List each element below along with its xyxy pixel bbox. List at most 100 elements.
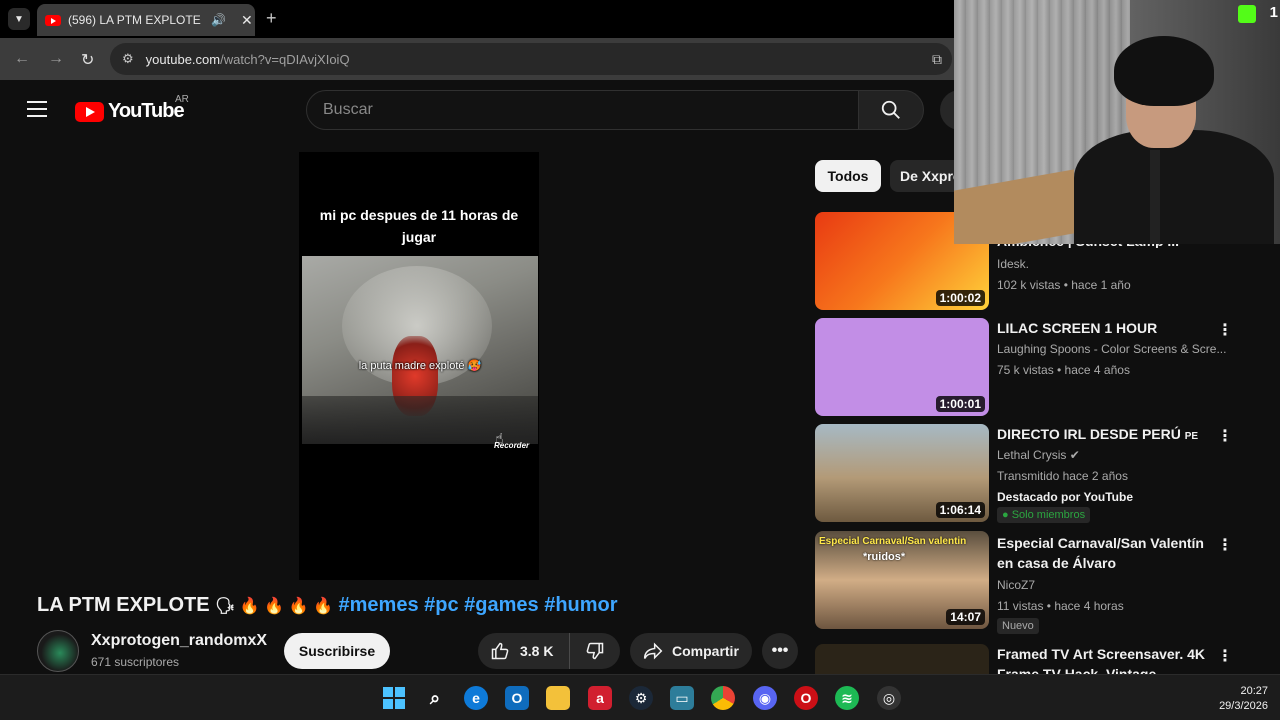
search-button[interactable]: [858, 90, 924, 130]
opera-gx-icon[interactable]: O: [794, 686, 818, 710]
search-input[interactable]: Buscar: [306, 90, 859, 130]
share-button[interactable]: Compartir: [630, 633, 752, 669]
kick-icon: [1238, 5, 1256, 23]
related-thumbnail-4[interactable]: [815, 644, 989, 674]
related-thumbnail-3[interactable]: Especial Carnaval/San valentin *ruidos* …: [815, 531, 989, 629]
spotify-icon[interactable]: ≋: [835, 686, 859, 710]
windows-taskbar: ⌕ e O a ⚙ ▭ ◉ O ≋ ◎ 20:27 29/3/2026: [0, 674, 1280, 720]
system-clock[interactable]: 20:27 29/3/2026: [1219, 684, 1268, 714]
mouse-cursor-icon: ☝: [495, 430, 504, 446]
members-icon: ●: [1002, 509, 1009, 521]
reload-icon[interactable]: ↻: [81, 50, 94, 70]
url-path: /watch?v=qDIAvjXIoiQ: [220, 51, 350, 67]
outlook-icon[interactable]: O: [505, 686, 529, 710]
related-title-1[interactable]: LILAC SCREEN 1 HOUR: [997, 318, 1207, 338]
new-badge: Nuevo: [997, 618, 1039, 634]
related-channel-1[interactable]: Laughing Spoons - Color Screens & Scre..…: [997, 342, 1227, 356]
related-title-2-text: DIRECTO IRL DESDE PERÚ: [997, 426, 1181, 442]
share-icon: [643, 642, 663, 660]
file-explorer-icon[interactable]: [546, 686, 570, 710]
more-actions-button[interactable]: •••: [762, 633, 798, 669]
back-arrow-icon[interactable]: ←: [14, 50, 30, 68]
video-player[interactable]: mi pc despues de 11 horas de jugar la pu…: [299, 152, 539, 580]
kebab-menu-icon[interactable]: ⋮: [1217, 646, 1233, 666]
microphone-stand: [1150, 150, 1160, 244]
url-host: youtube.com: [145, 51, 221, 67]
youtube-logo[interactable]: YouTube: [75, 100, 185, 123]
youtube-header: YouTube AR Buscar: [0, 80, 980, 142]
webcam-person-hair: [1114, 36, 1214, 106]
channel-name[interactable]: Xxprotogen_randomxX: [91, 632, 267, 650]
duration-badge: 1:00:01: [935, 396, 985, 412]
search-icon[interactable]: ⌕: [423, 686, 447, 710]
related-meta-1: 75 k vistas • hace 4 años: [997, 363, 1130, 377]
subscriber-count: 671 suscriptores: [91, 655, 180, 669]
browser-tab-active[interactable]: (596) LA PTM EXPLOTE 🔊 ✕: [37, 4, 255, 36]
windows-start-icon[interactable]: [382, 686, 406, 710]
webcam-overlay: 1: [954, 0, 1280, 244]
tab-search-dropdown-icon[interactable]: ▼: [8, 8, 30, 30]
remote-desktop-icon[interactable]: ▭: [670, 686, 694, 710]
amd-software-icon[interactable]: a: [588, 686, 612, 710]
related-title-4[interactable]: Framed TV Art Screensaver. 4K Frame TV H…: [997, 644, 1207, 674]
speaker-icon[interactable]: 🔊: [211, 13, 226, 27]
video-title: LA PTM EXPLOTE 🗣 🔥 🔥 🔥 🔥 #memes #pc #gam…: [37, 594, 618, 617]
clock-date: 29/3/2026: [1219, 700, 1268, 712]
forward-arrow-icon[interactable]: →: [48, 50, 64, 68]
url-input[interactable]: ⚙ youtube.com/watch?v=qDIAvjXIoiQ ⧉: [110, 43, 952, 75]
like-count: 3.8 K: [520, 643, 554, 659]
related-meta-3: 11 vistas • hace 4 horas: [997, 599, 1124, 613]
related-meta-2: Transmitido hace 2 años: [997, 469, 1128, 483]
close-tab-icon[interactable]: ✕: [241, 12, 253, 29]
related-thumbnail-1[interactable]: 1:00:01: [815, 318, 989, 416]
related-thumbnail-2[interactable]: 1:06:14: [815, 424, 989, 522]
kebab-menu-icon[interactable]: ⋮: [1217, 535, 1233, 555]
tab-title: (596) LA PTM EXPLOTE: [68, 13, 201, 27]
youtube-favicon-icon: [45, 14, 61, 26]
thumbnail-caption: Especial Carnaval/San valentin: [819, 536, 967, 547]
obs-icon[interactable]: ◎: [877, 686, 901, 710]
related-channel-0[interactable]: Idesk.: [997, 257, 1227, 271]
new-tab-icon[interactable]: +: [266, 8, 277, 29]
related-title-3[interactable]: Especial Carnaval/San Valentín en casa d…: [997, 533, 1207, 573]
steam-icon[interactable]: ⚙: [629, 686, 653, 710]
site-info-icon[interactable]: ⚙: [122, 51, 134, 67]
youtube-play-icon: [75, 101, 104, 122]
discord-icon[interactable]: ◉: [753, 686, 777, 710]
featured-label: Destacado por YouTube: [997, 490, 1134, 504]
thumbnail-subcaption: *ruidos*: [863, 551, 906, 563]
clock-time: 20:27: [1240, 685, 1268, 697]
edge-icon[interactable]: e: [464, 686, 488, 710]
region-code: AR: [175, 94, 189, 105]
url-text: youtube.com/watch?v=qDIAvjXIoiQ: [146, 52, 350, 67]
chrome-icon[interactable]: [711, 686, 735, 710]
members-only-badge: ● Solo miembros: [997, 507, 1091, 523]
channel-name-text: Lethal Crysis: [997, 448, 1067, 462]
video-title-emojis: 🗣 🔥 🔥 🔥 🔥: [215, 598, 333, 615]
related-meta-0: 102 k vistas • hace 1 año: [997, 278, 1131, 292]
search-placeholder: Buscar: [323, 101, 373, 118]
address-bar: ← → ↻ ⚙ youtube.com/watch?v=qDIAvjXIoiQ …: [0, 38, 960, 80]
thumbs-up-icon: [491, 642, 509, 660]
search-icon: [881, 100, 900, 119]
dislike-button[interactable]: [570, 633, 620, 669]
related-title-2[interactable]: DIRECTO IRL DESDE PERÚ PE: [997, 424, 1207, 447]
video-hashtags[interactable]: #memes #pc #games #humor: [339, 594, 618, 616]
share-label: Compartir: [672, 643, 739, 659]
youtube-logo-text: YouTube: [108, 100, 185, 122]
video-frame: la puta madre exploté 🥵: [302, 256, 538, 444]
kebab-menu-icon[interactable]: ⋮: [1217, 320, 1233, 340]
related-channel-2[interactable]: Lethal Crysis ✔: [997, 448, 1227, 462]
related-channel-3[interactable]: NicoZ7: [997, 578, 1227, 592]
duration-badge: 1:00:02: [935, 290, 985, 306]
like-button[interactable]: 3.8 K: [478, 633, 570, 669]
meme-caption: la puta madre exploté 🥵: [358, 360, 482, 372]
video-title-text: LA PTM EXPLOTE: [37, 594, 210, 616]
hamburger-menu-icon[interactable]: [27, 101, 47, 117]
duration-badge: 1:06:14: [935, 502, 985, 518]
channel-avatar[interactable]: [37, 630, 79, 672]
kebab-menu-icon[interactable]: ⋮: [1217, 426, 1233, 446]
install-app-icon[interactable]: ⧉: [932, 51, 942, 68]
chip-all[interactable]: Todos: [815, 160, 881, 192]
subscribe-button[interactable]: Suscribirse: [284, 633, 390, 669]
